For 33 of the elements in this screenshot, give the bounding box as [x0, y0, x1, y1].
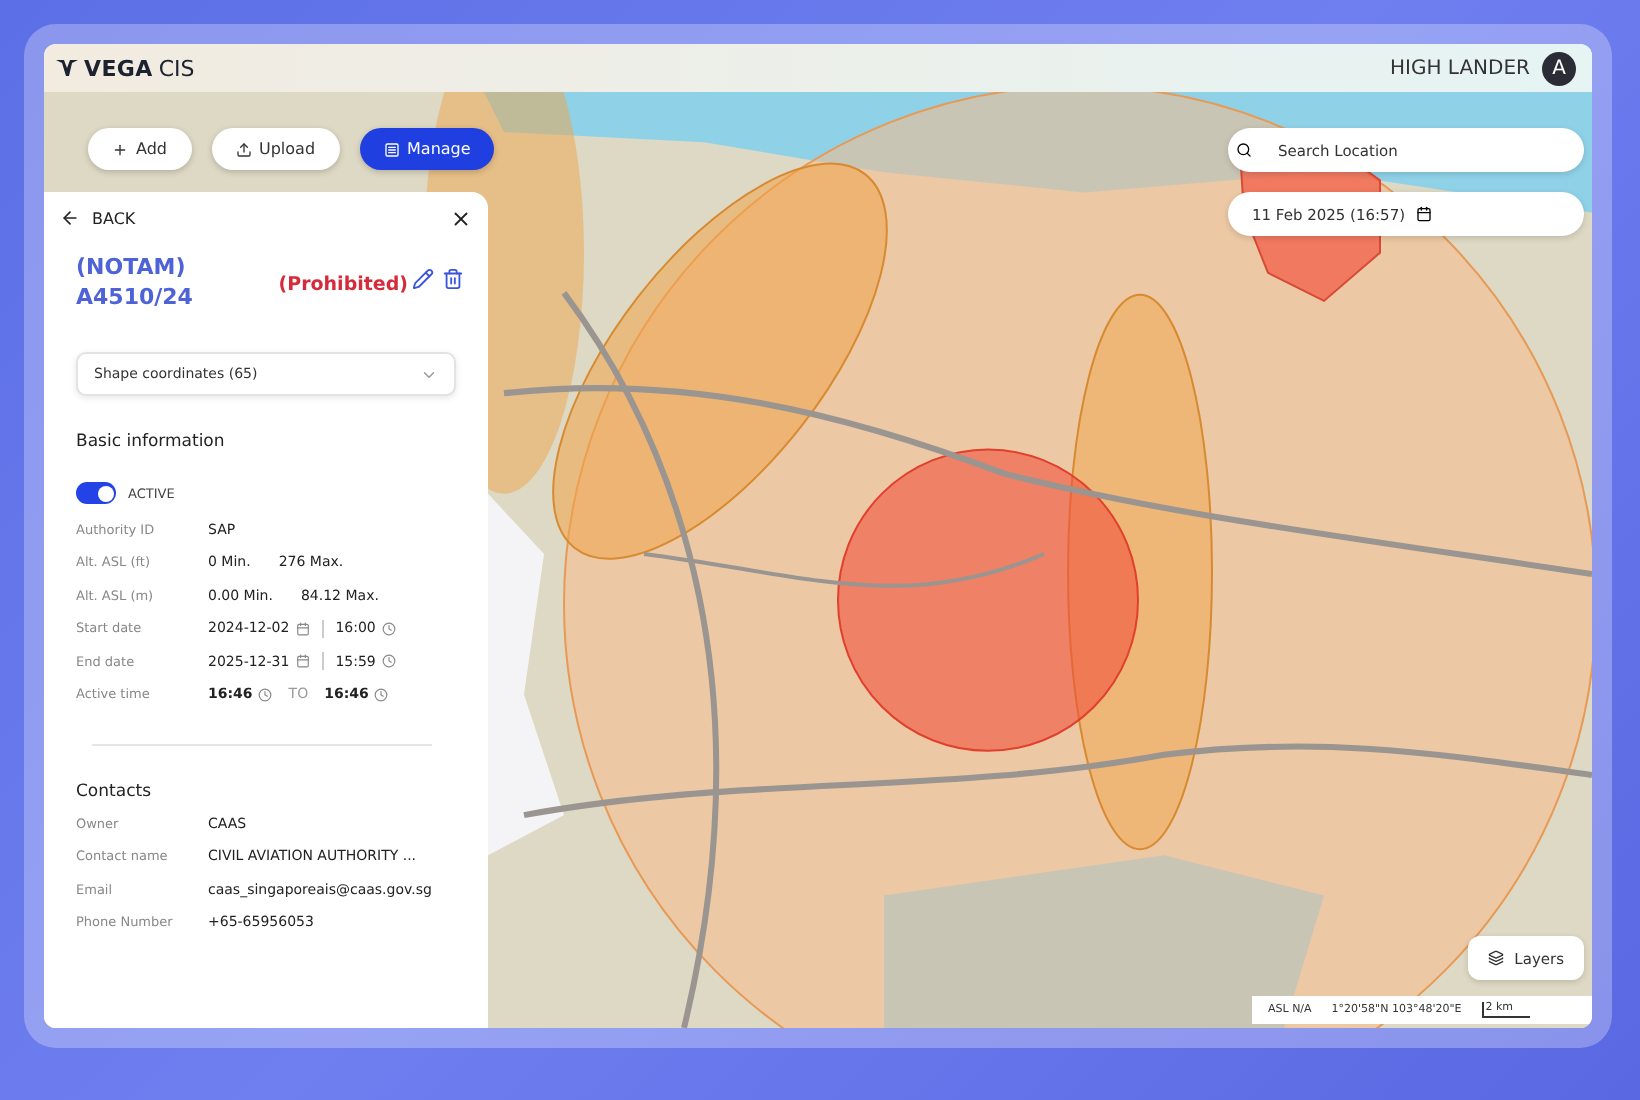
calendar-icon	[295, 654, 310, 669]
back-arrow-icon	[60, 208, 80, 228]
plus-icon	[112, 141, 128, 157]
brand-suffix: CIS	[158, 55, 195, 81]
search-icon	[1236, 142, 1252, 158]
brand-name: VEGA	[84, 55, 153, 81]
layers-icon	[1488, 950, 1505, 966]
active-toggle[interactable]	[76, 482, 116, 504]
close-button[interactable]	[450, 207, 472, 229]
section-heading: Basic information	[76, 432, 227, 452]
trash-icon	[442, 267, 464, 289]
user-avatar[interactable]: A	[1542, 51, 1576, 85]
logo-icon	[56, 58, 78, 78]
clock-icon	[374, 687, 389, 702]
pencil-icon	[412, 267, 434, 289]
back-link[interactable]: BACK	[60, 204, 136, 232]
list-icon	[383, 141, 400, 157]
notam-title: (NOTAM) A4510/24	[76, 252, 195, 312]
manage-button[interactable]: Manage	[359, 128, 495, 170]
upload-button[interactable]: Upload	[211, 128, 340, 170]
close-icon	[450, 207, 472, 229]
section-heading: Contacts	[76, 782, 153, 802]
calendar-icon	[295, 621, 310, 636]
edit-button[interactable]	[412, 267, 434, 289]
user-name: HIGH LANDER	[1389, 57, 1530, 79]
delete-button[interactable]	[442, 267, 464, 289]
clock-icon	[381, 654, 396, 669]
clock-icon	[381, 621, 396, 636]
clock-icon	[258, 687, 273, 702]
calendar-icon	[1415, 206, 1432, 222]
upload-icon	[235, 141, 251, 157]
add-button[interactable]: Add	[88, 128, 191, 170]
status-label: (Prohibited)	[278, 274, 408, 296]
